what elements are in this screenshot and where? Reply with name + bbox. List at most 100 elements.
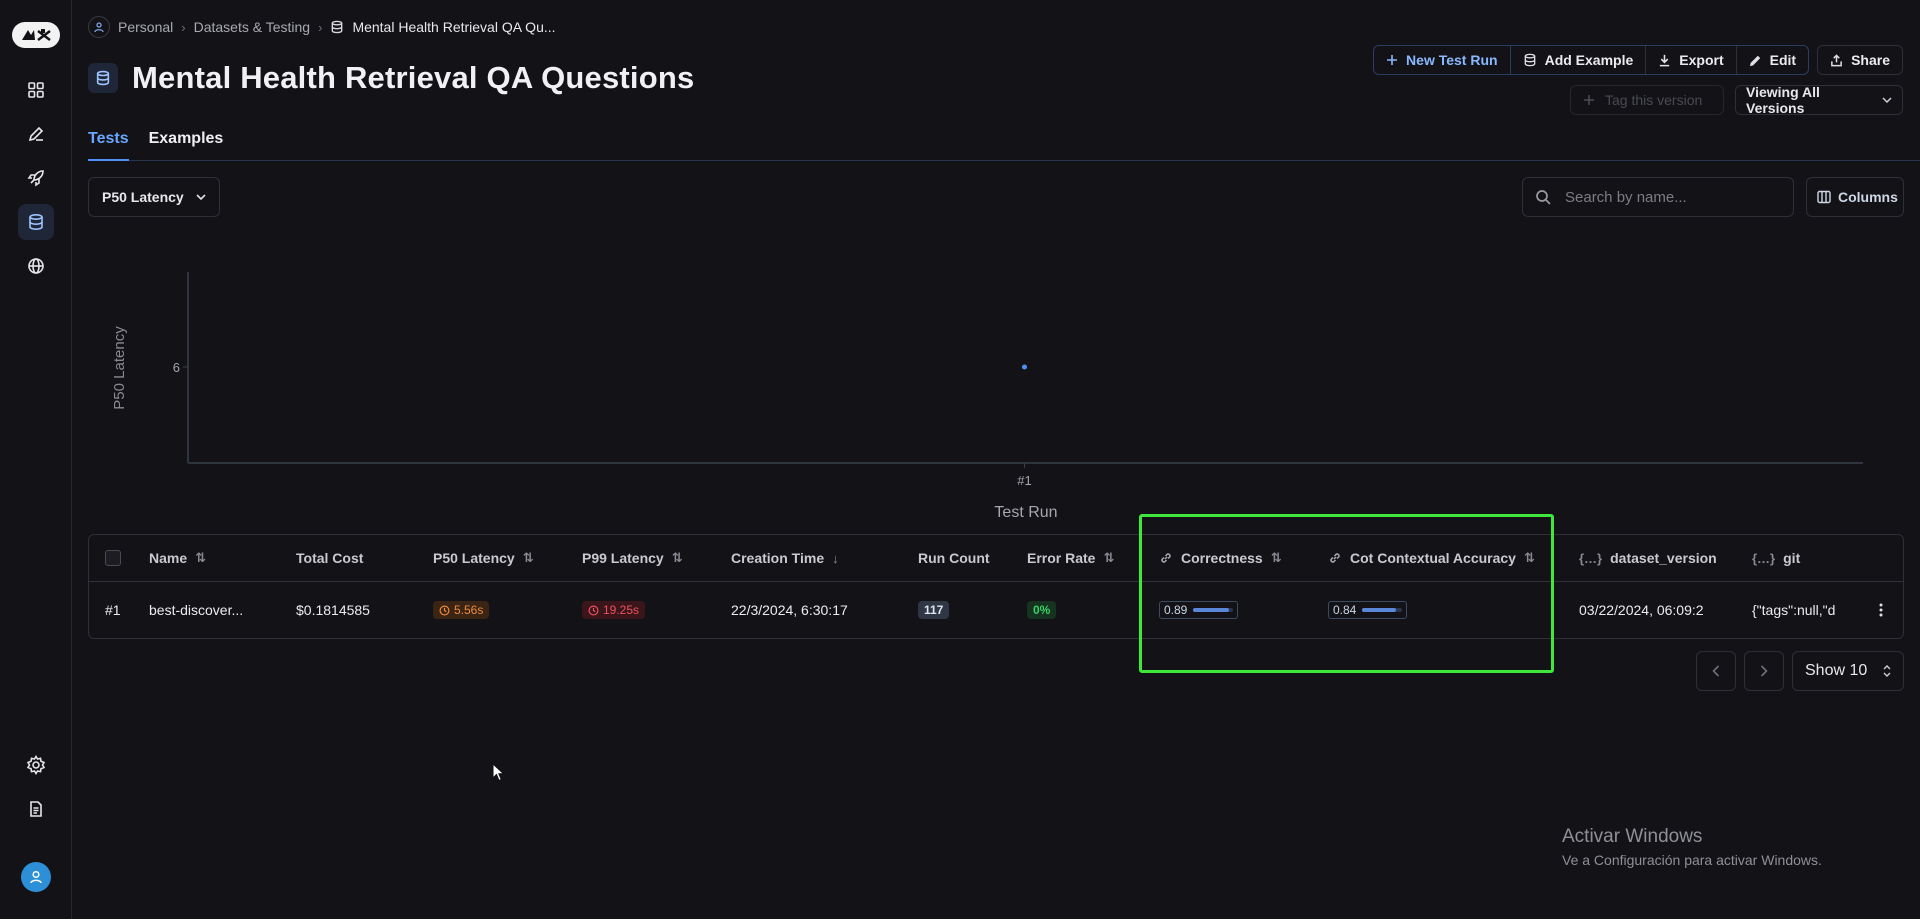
col-run-count-label: Run Count xyxy=(918,550,990,566)
left-sidebar xyxy=(0,0,72,919)
database-icon xyxy=(1524,53,1535,67)
page-size-label: Show 10 xyxy=(1805,662,1868,679)
new-test-run-button[interactable]: New Test Run xyxy=(1374,46,1511,74)
sort-icon[interactable]: ⇅ xyxy=(1103,550,1114,566)
user-avatar[interactable] xyxy=(21,862,51,892)
add-example-button[interactable]: Add Example xyxy=(1511,46,1647,74)
sort-icon[interactable]: ⇅ xyxy=(1524,550,1535,566)
deployments-nav-button[interactable] xyxy=(18,160,54,196)
version-select[interactable]: Viewing All Versions xyxy=(1735,84,1903,116)
projects-nav-button[interactable] xyxy=(18,72,54,108)
breadcrumb-personal[interactable]: Personal xyxy=(118,19,173,35)
latency-chart: P50 Latency Test Run 6 #1 xyxy=(111,272,1863,521)
prev-page-button[interactable] xyxy=(1696,651,1736,691)
y-axis-label: P50 Latency xyxy=(111,326,128,410)
row-cot-accuracy[interactable]: 0.84 xyxy=(1328,582,1408,638)
row-menu-button[interactable] xyxy=(1879,582,1883,638)
row-dataset-version: 03/22/2024, 06:09:2 xyxy=(1579,602,1704,618)
sort-icon[interactable]: ⇅ xyxy=(1271,550,1282,566)
row-correctness[interactable]: 0.89 xyxy=(1159,582,1239,638)
col-error-rate[interactable]: Error Rate ⇅ xyxy=(1027,535,1114,581)
sort-icon[interactable]: ⇅ xyxy=(672,550,683,566)
col-name[interactable]: Name ⇅ xyxy=(149,535,206,581)
sort-desc-icon[interactable]: ↓ xyxy=(832,551,839,566)
col-correctness[interactable]: Correctness ⇅ xyxy=(1159,535,1282,581)
columns-label: Columns xyxy=(1838,189,1898,205)
sort-icon[interactable]: ⇅ xyxy=(195,550,206,566)
correctness-bar xyxy=(1193,608,1234,612)
chevron-down-icon xyxy=(1882,97,1892,103)
download-icon xyxy=(1660,54,1670,66)
p99-latency-badge: 19.25s xyxy=(582,601,646,619)
hub-nav-button[interactable] xyxy=(18,248,54,284)
x-axis-label: Test Run xyxy=(994,504,1057,521)
col-git[interactable]: {…} git xyxy=(1752,535,1800,581)
breadcrumb-current: Mental Health Retrieval QA Qu... xyxy=(352,19,556,35)
p50-latency-value: 5.56s xyxy=(454,603,484,617)
breadcrumb-datasets[interactable]: Datasets & Testing xyxy=(194,19,310,35)
row-error-rate: 0% xyxy=(1027,582,1057,638)
cot-accuracy-score[interactable]: 0.84 xyxy=(1328,601,1408,619)
search-box xyxy=(1522,177,1794,217)
more-vertical-icon xyxy=(1879,603,1883,617)
correctness-score[interactable]: 0.89 xyxy=(1159,601,1239,619)
sort-icon[interactable]: ⇅ xyxy=(523,550,534,566)
search-icon xyxy=(1536,190,1551,205)
columns-button[interactable]: Columns xyxy=(1806,177,1904,217)
app-logo[interactable] xyxy=(12,22,60,48)
clock-icon xyxy=(439,605,450,615)
cot-accuracy-bar-fill xyxy=(1362,608,1396,612)
share-label: Share xyxy=(1851,52,1890,68)
datasets-nav-button[interactable] xyxy=(18,204,54,240)
chevron-right-icon: › xyxy=(181,19,186,35)
col-run-count[interactable]: Run Count xyxy=(918,535,990,581)
annotation-nav-button[interactable] xyxy=(18,116,54,152)
link-icon xyxy=(1330,553,1340,563)
col-cot-accuracy[interactable]: Cot Contextual Accuracy ⇅ xyxy=(1328,535,1535,581)
col-total-cost[interactable]: Total Cost xyxy=(296,535,363,581)
edit-button[interactable]: Edit xyxy=(1737,46,1808,74)
columns-icon xyxy=(1817,190,1831,204)
table-row[interactable]: #1 best-discover... $0.1814585 5.56s 19.… xyxy=(89,582,1903,638)
select-all-checkbox[interactable] xyxy=(105,550,121,566)
tag-version-button[interactable]: Tag this version xyxy=(1570,85,1724,115)
col-creation-time[interactable]: Creation Time ↓ xyxy=(731,535,839,581)
cot-accuracy-value: 0.84 xyxy=(1333,603,1357,617)
data-point[interactable] xyxy=(1022,364,1027,370)
chevron-right-icon xyxy=(1760,665,1768,677)
search-input[interactable] xyxy=(1565,188,1785,206)
select-all-cell xyxy=(105,535,121,581)
chevron-down-icon xyxy=(196,194,206,200)
metric-select[interactable]: P50 Latency xyxy=(88,177,220,217)
tab-bar: Tests Examples xyxy=(88,125,1920,161)
x-tick-label: #1 xyxy=(1017,473,1031,488)
watermark-subtitle: Ve a Configuración para activar Windows. xyxy=(1562,852,1822,868)
next-page-button[interactable] xyxy=(1744,651,1784,691)
row-git: {"tags":null,"d xyxy=(1752,602,1836,618)
database-icon xyxy=(332,20,343,34)
mouse-cursor-icon xyxy=(492,763,505,782)
page-size-select[interactable]: Show 10 xyxy=(1792,651,1904,691)
row-p50-latency: 5.56s xyxy=(433,582,490,638)
col-dataset-version[interactable]: {…} dataset_version xyxy=(1579,535,1717,581)
user-icon xyxy=(30,870,42,884)
export-button[interactable]: Export xyxy=(1646,46,1737,74)
row-name[interactable]: best-discover... xyxy=(149,582,243,638)
col-p99-latency[interactable]: P99 Latency ⇅ xyxy=(582,535,683,581)
tab-examples[interactable]: Examples xyxy=(149,125,224,161)
chevron-updown-icon xyxy=(1883,665,1891,677)
plus-icon xyxy=(1584,95,1594,105)
p99-latency-value: 19.25s xyxy=(603,603,640,617)
chevron-right-icon: › xyxy=(318,19,323,35)
docs-nav-button[interactable] xyxy=(18,791,54,827)
row-total-cost: $0.1814585 xyxy=(296,602,370,618)
page-title: Mental Health Retrieval QA Questions xyxy=(132,60,695,95)
col-p50-latency[interactable]: P50 Latency ⇅ xyxy=(433,535,534,581)
col-p99-label: P99 Latency xyxy=(582,550,664,566)
dataset-icon xyxy=(88,63,118,93)
share-button[interactable]: Share xyxy=(1817,45,1903,75)
settings-nav-button[interactable] xyxy=(18,747,54,783)
toolbar: New Test Run Add Example Export Edit Sha… xyxy=(1373,45,1903,75)
tab-tests[interactable]: Tests xyxy=(88,125,129,161)
pencil-icon xyxy=(1749,55,1760,66)
